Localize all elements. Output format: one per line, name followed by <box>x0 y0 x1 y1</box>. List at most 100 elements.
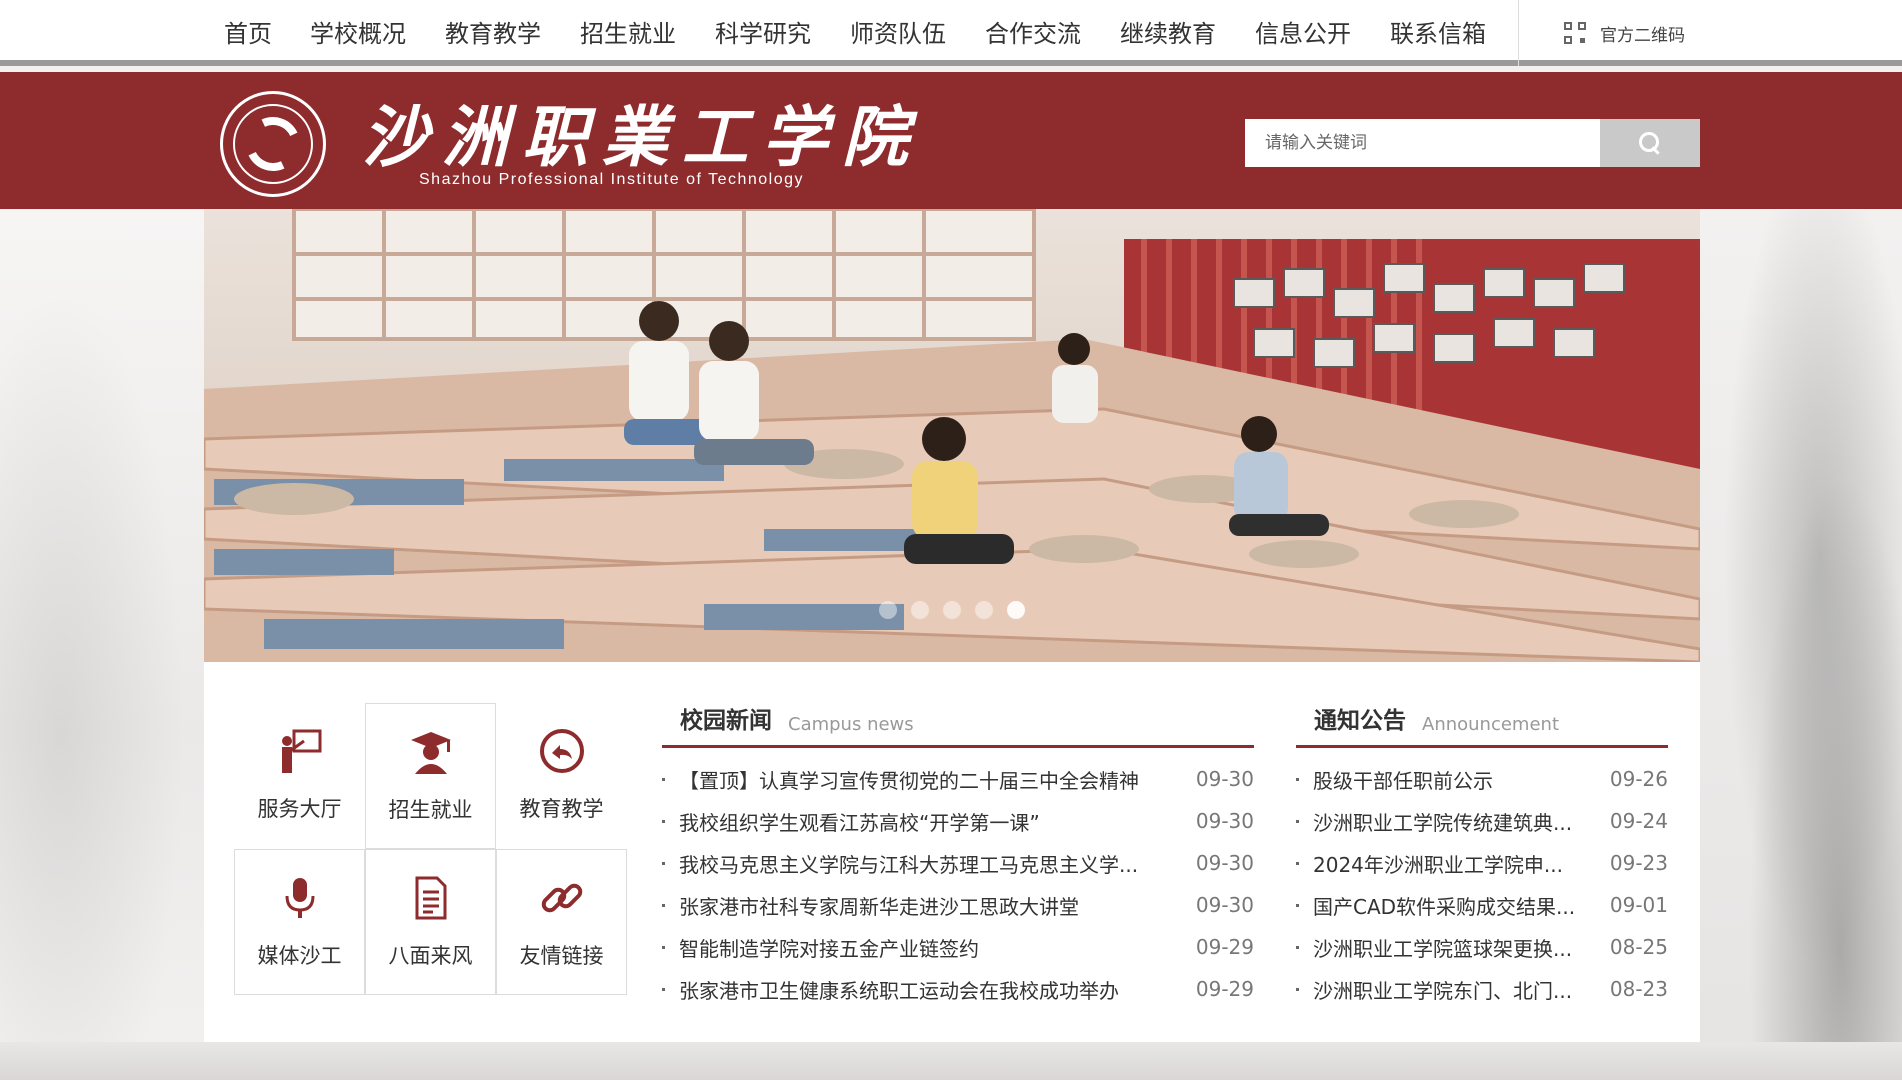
announcements-list: 股级干部任职前公示 09-26 沙洲职业工学院传统建筑典... 09-24 2024… <box>1296 758 1668 1010</box>
quick-link-label: 友情链接 <box>519 944 604 968</box>
quick-link-service-hall[interactable]: 服务大厅 <box>234 703 365 849</box>
quick-link-friendly-links[interactable]: 友情链接 <box>496 849 627 995</box>
quick-link-education[interactable]: 教育教学 <box>496 703 627 849</box>
banner-carousel[interactable] <box>204 209 1700 662</box>
quick-links-grid: 服务大厅 招生就业 教育教学 媒体沙工 八面来风 友情链接 <box>234 703 628 996</box>
announcement-list-item[interactable]: 沙洲职业工学院传统建筑典... 09-24 <box>1296 800 1668 842</box>
quick-link-label: 服务大厅 <box>257 797 342 821</box>
announcement-list-item[interactable]: 国产CAD软件采购成交结果... 09-01 <box>1296 884 1668 926</box>
announcement-date: 09-26 <box>1609 767 1668 791</box>
search-icon <box>1639 132 1661 154</box>
news-title: 张家港市卫生健康系统职工运动会在我校成功举办 <box>679 978 1119 1003</box>
news-title: 【置顶】认真学习宣传贯彻党的二十届三中全会精神 <box>679 768 1139 793</box>
top-navigation-bar: 首页 学校概况 教育教学 招生就业 科学研究 师资队伍 合作交流 继续教育 信息… <box>0 0 1902 66</box>
quick-link-label: 教育教学 <box>519 797 604 821</box>
announcement-date: 09-24 <box>1609 809 1668 833</box>
carousel-pagination <box>204 601 1700 619</box>
news-list-item[interactable]: 我校马克思主义学院与江科大苏理工马克思主义学... 09-30 <box>662 842 1254 884</box>
nav-item-cooperation[interactable]: 合作交流 <box>985 14 1081 48</box>
school-name-calligraphy[interactable]: 沙洲职業工学院 <box>362 97 922 177</box>
announcement-date: 09-23 <box>1609 851 1668 875</box>
background-ink-wash-right <box>1697 210 1902 1080</box>
announcement-list-item[interactable]: 股级干部任职前公示 09-26 <box>1296 758 1668 800</box>
news-date: 09-30 <box>1195 767 1254 791</box>
campus-news-list: 【置顶】认真学习宣传贯彻党的二十届三中全会精神 09-30 我校组织学生观看江苏高… <box>662 758 1254 1010</box>
nav-item-information-disclosure[interactable]: 信息公开 <box>1255 14 1351 48</box>
microphone-icon <box>274 872 326 924</box>
campus-news-header: 校园新闻 Campus news <box>662 696 1254 748</box>
news-list-item[interactable]: 张家港市社科专家周新华走进沙工思政大讲堂 09-30 <box>662 884 1254 926</box>
nav-item-contact-mailbox[interactable]: 联系信箱 <box>1390 14 1486 48</box>
quick-link-media[interactable]: 媒体沙工 <box>234 849 365 995</box>
news-date: 09-30 <box>1195 809 1254 833</box>
circular-arrow-icon <box>536 725 588 777</box>
news-title: 我校马克思主义学院与江科大苏理工马克思主义学... <box>679 852 1139 877</box>
news-list-item[interactable]: 智能制造学院对接五金产业链签约 09-29 <box>662 926 1254 968</box>
banner-photo-library-reading <box>204 209 1700 662</box>
announcements-title[interactable]: 通知公告 <box>1314 701 1406 735</box>
official-qr-code-link[interactable]: 官方二维码 <box>1564 18 1685 48</box>
news-list-item[interactable]: 张家港市卫生健康系统职工运动会在我校成功举办 09-29 <box>662 968 1254 1010</box>
announcement-title: 沙洲职业工学院传统建筑典... <box>1313 810 1573 835</box>
quick-link-label: 八面来风 <box>388 944 473 968</box>
nav-item-research[interactable]: 科学研究 <box>715 14 811 48</box>
qr-code-label: 官方二维码 <box>1600 25 1685 46</box>
nav-item-school-overview[interactable]: 学校概况 <box>310 14 406 48</box>
announcement-list-item[interactable]: 2024年沙洲职业工学院申... 09-23 <box>1296 842 1668 884</box>
background-footer-strip <box>0 1042 1902 1080</box>
news-date: 09-29 <box>1195 977 1254 1001</box>
chain-link-icon <box>536 872 588 924</box>
news-list-item[interactable]: 我校组织学生观看江苏高校“开学第一课” 09-30 <box>662 800 1254 842</box>
nav-item-home[interactable]: 首页 <box>224 14 272 48</box>
announcement-title: 国产CAD软件采购成交结果... <box>1313 894 1576 919</box>
nav-menu: 首页 学校概况 教育教学 招生就业 科学研究 师资队伍 合作交流 继续教育 信息… <box>204 0 1700 66</box>
news-title: 张家港市社科专家周新华走进沙工思政大讲堂 <box>679 894 1079 919</box>
quick-link-label: 媒体沙工 <box>257 944 342 968</box>
school-name-english: Shazhou Professional Institute of Techno… <box>419 171 805 188</box>
news-date: 09-30 <box>1195 851 1254 875</box>
quick-link-voices[interactable]: 八面来风 <box>365 849 496 995</box>
campus-news-subtitle: Campus news <box>788 714 914 735</box>
announcements-section: 通知公告 Announcement 股级干部任职前公示 09-26 沙洲职业工学院… <box>1296 696 1668 1016</box>
news-list-item[interactable]: 【置顶】认真学习宣传贯彻党的二十届三中全会精神 09-30 <box>662 758 1254 800</box>
carousel-dot-4[interactable] <box>975 601 993 619</box>
search-input[interactable] <box>1245 119 1600 167</box>
nav-divider <box>1518 0 1519 66</box>
campus-news-header-bar <box>662 745 1254 748</box>
search-box <box>1245 119 1700 167</box>
announcement-date: 09-01 <box>1609 893 1668 917</box>
nav-item-faculty[interactable]: 师资队伍 <box>850 14 946 48</box>
announcement-title: 沙洲职业工学院篮球架更换... <box>1313 936 1573 961</box>
background-ink-wash-left <box>0 210 205 1080</box>
announcement-date: 08-25 <box>1609 935 1668 959</box>
search-button[interactable] <box>1600 119 1700 167</box>
carousel-dot-5[interactable] <box>1007 601 1025 619</box>
announcements-header: 通知公告 Announcement <box>1296 696 1668 748</box>
announcement-title: 2024年沙洲职业工学院申... <box>1313 852 1563 877</box>
news-date: 09-30 <box>1195 893 1254 917</box>
announcements-subtitle: Announcement <box>1422 714 1560 735</box>
announcement-list-item[interactable]: 沙洲职业工学院东门、北门... 08-23 <box>1296 968 1668 1010</box>
main-content-panel: 服务大厅 招生就业 教育教学 媒体沙工 八面来风 友情链接 校园新闻 Campu… <box>204 662 1700 1042</box>
announcements-header-bar <box>1296 745 1668 748</box>
nav-item-continuing-education[interactable]: 继续教育 <box>1120 14 1216 48</box>
announcement-date: 08-23 <box>1609 977 1668 1001</box>
quick-link-admissions[interactable]: 招生就业 <box>365 703 496 849</box>
campus-news-section: 校园新闻 Campus news 【置顶】认真学习宣传贯彻党的二十届三中全会精神… <box>662 696 1254 1016</box>
news-title: 智能制造学院对接五金产业链签约 <box>679 936 979 961</box>
quick-link-label: 招生就业 <box>388 798 473 822</box>
carousel-dot-2[interactable] <box>911 601 929 619</box>
announcement-title: 股级干部任职前公示 <box>1313 768 1493 793</box>
nav-item-admissions[interactable]: 招生就业 <box>580 14 676 48</box>
news-date: 09-29 <box>1195 935 1254 959</box>
graduate-cap-icon <box>405 726 457 778</box>
nav-item-education[interactable]: 教育教学 <box>445 14 541 48</box>
teacher-board-icon <box>274 725 326 777</box>
campus-news-title[interactable]: 校园新闻 <box>680 701 772 735</box>
announcement-title: 沙洲职业工学院东门、北门... <box>1313 978 1573 1003</box>
school-seal-logo-icon[interactable] <box>220 91 326 197</box>
announcement-list-item[interactable]: 沙洲职业工学院篮球架更换... 08-25 <box>1296 926 1668 968</box>
carousel-dot-1[interactable] <box>879 601 897 619</box>
carousel-dot-3[interactable] <box>943 601 961 619</box>
document-icon <box>405 872 457 924</box>
